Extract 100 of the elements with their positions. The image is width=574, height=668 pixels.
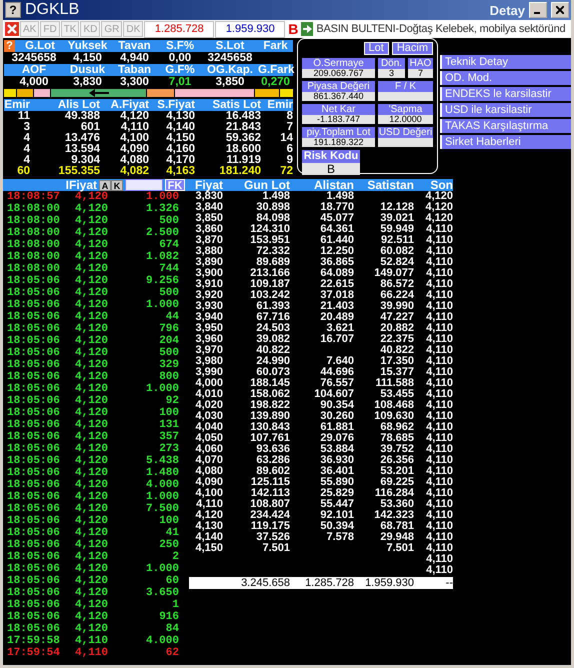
trade-time: 18:05:06 (7, 623, 61, 635)
trade-time: 18:05:06 (7, 539, 61, 551)
menu-item[interactable]: ENDEKS le karsilastir (440, 87, 571, 101)
trade-time: 18:05:06 (7, 575, 61, 587)
menu-item[interactable]: Teknik Detay (440, 55, 571, 69)
summary-header: Yuksek (66, 40, 108, 52)
table-cell-text: 4,110 (425, 400, 453, 411)
table-cell-text: 104.607 (313, 389, 354, 400)
table-cell-text: 29.076 (319, 433, 354, 444)
summary-value: 3245658 (206, 52, 254, 64)
arrow-icon[interactable] (301, 22, 314, 36)
trade-lot: 1 (171, 599, 179, 611)
trade-time: 18:05:06 (7, 419, 61, 431)
trade-time: 18:05:06 (7, 359, 61, 371)
trade-time: 18:05:06 (7, 407, 61, 419)
field-label: HAO (408, 58, 433, 69)
table-cell-text: 66.224 (379, 290, 414, 301)
table-cell-text: 4,110 (425, 422, 453, 433)
table-cell-text: 89.689 (255, 257, 290, 268)
menu-item[interactable]: OD. Mod. (440, 71, 571, 85)
trade-price: 4,110 (75, 647, 110, 659)
table-cell-text: 4,110 (425, 488, 453, 499)
table-cell-text: 7.640 (325, 356, 354, 367)
trade-lot: 1.000 (144, 563, 179, 575)
column-header: Son (430, 179, 453, 191)
menu-item[interactable]: USD ile karsilastir (440, 103, 571, 117)
table-cell-text: 4,110 (425, 543, 453, 554)
table-cell-text: 601 (80, 122, 100, 133)
field-value: 12.0000 (378, 115, 433, 124)
menu-item[interactable]: TAKAS Karşılaştırma (440, 119, 571, 133)
toolbar-tab[interactable]: GR (101, 21, 122, 37)
column-header: S.Fiyat (156, 99, 195, 111)
table-cell-text: 9.304 (70, 155, 100, 166)
trade-price: 4,120 (75, 527, 110, 539)
trade-lot: 62 (164, 647, 179, 659)
field-label: Risk Kodu (302, 150, 360, 163)
trade-lot: 4.000 (144, 479, 179, 491)
trade-price: 4,120 (75, 239, 110, 251)
sort-button[interactable]: A (99, 180, 111, 190)
trade-price: 4,120 (75, 263, 110, 275)
table-cell-text: 40.822 (255, 345, 290, 356)
table-cell-text: 39.990 (379, 301, 414, 312)
table-cell-text: 39.082 (255, 334, 290, 345)
help-button[interactable]: ? (5, 2, 21, 18)
table-cell-text: 188.145 (249, 378, 290, 389)
summary-value: 4,940 (119, 52, 150, 64)
field-label: Net Kar (302, 104, 375, 115)
table-cell-text: 4,110 (425, 246, 453, 257)
close-button[interactable] (551, 2, 569, 18)
table-cell-text: 24.503 (255, 323, 290, 334)
table-cell-text: 39.021 (379, 213, 414, 224)
column-header: Emir (266, 99, 293, 111)
minimize-button[interactable] (529, 2, 547, 18)
table-cell-text: 90.354 (319, 400, 354, 411)
table-cell-text: 4,110 (425, 499, 453, 510)
table-cell-text: 109.630 (373, 411, 414, 422)
trade-time: 18:05:06 (7, 335, 61, 347)
trade-price: 4,120 (75, 491, 110, 503)
table-cell-text: 37.018 (319, 290, 354, 301)
trade-time: 18:05:06 (7, 515, 61, 527)
trade-lot: 41 (164, 527, 179, 539)
table-cell-text: 3,920 (194, 290, 223, 301)
news-ticker[interactable]: BASIN BULTENI-Doğtaş Kelebek, mobilya sektöründ (314, 23, 566, 35)
toggle-button[interactable]: Hacim (392, 42, 433, 55)
close-icon[interactable] (5, 22, 19, 36)
toolbar-tab[interactable]: DK (123, 21, 144, 37)
toggle-button[interactable]: Lot (364, 42, 389, 55)
table-cell-text: 3,980 (194, 356, 223, 367)
table-cell-text: 4,140 (165, 122, 195, 133)
table-cell-text: 68.962 (379, 422, 414, 433)
table-cell-text: 20.489 (319, 312, 354, 323)
table-cell-text: 76.557 (319, 378, 354, 389)
sort-button[interactable]: K (111, 180, 123, 190)
toolbar-tab[interactable]: KD (80, 21, 100, 37)
trade-time: 18:05:06 (7, 311, 61, 323)
trade-price: 4,120 (75, 443, 110, 455)
toolbar-tab[interactable]: FD (40, 21, 60, 37)
table-cell-text: 4,110 (425, 444, 453, 455)
trade-lot: 357 (158, 431, 179, 443)
trade-lot: 9.256 (144, 275, 179, 287)
filter-field[interactable] (125, 179, 163, 191)
total-cell-text: 3.245.658 (240, 577, 290, 589)
table-cell-text: 36.865 (319, 257, 354, 268)
table-cell-text: 22.615 (319, 279, 354, 290)
help-button[interactable]: ? (4, 40, 15, 52)
filter-button[interactable]: FK (165, 179, 185, 191)
trade-price: 4,120 (75, 275, 110, 287)
menu-item[interactable]: Sirket Haberleri (440, 135, 571, 149)
table-cell-text: 3,950 (194, 323, 223, 334)
summary-value: 0,270 (260, 76, 291, 88)
toolbar-tab[interactable]: TK (60, 21, 80, 37)
table-cell-text: 53.201 (379, 466, 414, 477)
table-cell-text: 8 (286, 111, 293, 122)
summary-value: 3,830 (72, 76, 103, 88)
trade-price: 4,120 (75, 503, 110, 515)
trade-lot: 1.480 (144, 467, 179, 479)
table-cell-text: 3,890 (194, 257, 223, 268)
total-cell-text: 4,163 (165, 166, 195, 177)
toolbar-tab[interactable]: AK (20, 21, 40, 37)
table-cell-text: 116.284 (374, 488, 414, 499)
